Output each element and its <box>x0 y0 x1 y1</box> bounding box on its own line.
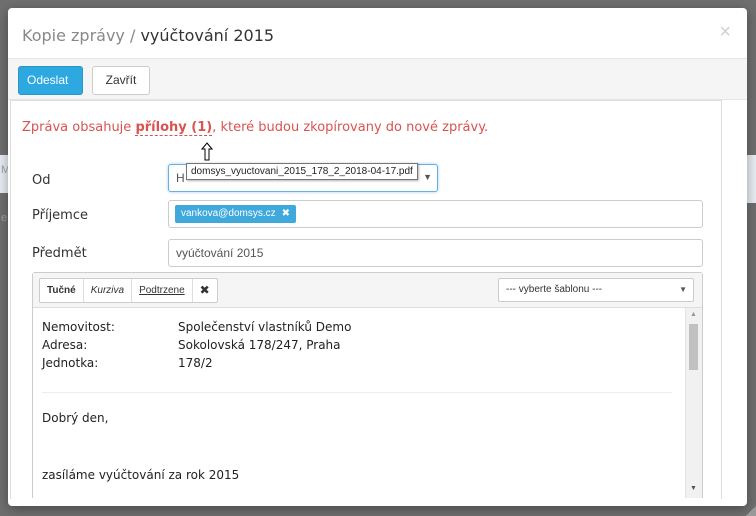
attachments-link[interactable]: přílohy (1) <box>135 120 213 136</box>
dialog-title-prefix: Kopie zprávy / <box>22 26 141 45</box>
editor-scrollbar[interactable]: ▲ ▼ <box>685 308 702 498</box>
greeting-text: Dobrý den, <box>42 411 109 425</box>
row-value: Sokolovská 178/247, Praha <box>178 338 341 352</box>
row-key: Nemovitost: <box>42 320 115 334</box>
subject-label: Předmět <box>32 246 87 261</box>
from-select-value: H <box>176 171 185 185</box>
template-select[interactable]: --- vyberte šablonu --- ▼ <box>498 278 694 302</box>
bold-button[interactable]: Tučné <box>40 279 84 302</box>
row-value: 178/2 <box>178 356 213 370</box>
clear-format-icon[interactable]: ✖ <box>193 279 217 302</box>
remove-tag-icon[interactable]: ✖ <box>282 208 290 219</box>
content-row: Nemovitost: Společenství vlastníků Demo <box>42 320 351 334</box>
from-label: Od <box>32 173 51 188</box>
body-text: zasíláme vyúčtování za rok 2015 <box>42 468 240 482</box>
chevron-down-icon: ▼ <box>679 285 687 294</box>
send-button[interactable]: Odeslat <box>18 66 83 95</box>
format-button-group: Tučné Kurziva Podtrzene ✖ <box>39 278 218 303</box>
scroll-up-icon[interactable]: ▲ <box>690 311 697 318</box>
row-value: Společenství vlastníků Demo <box>178 320 352 334</box>
content-divider <box>42 392 672 393</box>
scroll-down-icon[interactable]: ▼ <box>690 485 697 492</box>
subject-input[interactable]: vyúčtování 2015 <box>168 239 703 267</box>
row-key: Adresa: <box>42 338 88 352</box>
dialog-title-document: vyúčtování 2015 <box>140 26 275 45</box>
message-editor: Tučné Kurziva Podtrzene ✖ --- vyberte ša… <box>32 272 703 498</box>
underline-button[interactable]: Podtrzene <box>132 279 193 302</box>
template-select-value: --- vyberte šablonu --- <box>506 284 603 295</box>
scrollbar-thumb[interactable] <box>689 324 698 370</box>
close-icon[interactable]: × <box>719 22 731 42</box>
dialog-header: Kopie zprávy / vyúčtování 2015 × <box>8 8 747 59</box>
content-row: Jednotka: 178/2 <box>42 356 213 370</box>
dialog-toolbar: Odeslat Zavřít <box>8 59 747 100</box>
attachments-warning: Zpráva obsahuje přílohy (1), které budou… <box>22 120 489 136</box>
recipient-tag-email: vankova@domsys.cz <box>181 208 276 219</box>
editor-content[interactable]: Nemovitost: Společenství vlastníků Demo A… <box>33 308 684 498</box>
recipient-tag: vankova@domsys.cz ✖ <box>175 205 297 223</box>
mouse-cursor-icon <box>201 142 213 161</box>
chevron-down-icon: ▼ <box>423 172 432 182</box>
resize-grip-icon[interactable] <box>746 506 756 516</box>
background-letter: e <box>1 212 8 224</box>
recipient-field[interactable]: vankova@domsys.cz ✖ <box>168 200 703 228</box>
italic-button[interactable]: Kurziva <box>84 279 133 302</box>
close-button[interactable]: Zavřít <box>92 66 150 95</box>
row-key: Jednotka: <box>42 356 99 370</box>
content-row: Adresa: Sokolovská 178/247, Praha <box>42 338 341 352</box>
warning-text-start: Zpráva obsahuje <box>22 120 136 135</box>
recipient-label: Příjemce <box>32 208 88 223</box>
dialog-title: Kopie zprávy / vyúčtování 2015 <box>22 26 274 45</box>
attachment-tooltip: domsys_vyuctovani_2015_178_2_2018-04-17.… <box>186 163 418 180</box>
subject-value: vyúčtování 2015 <box>176 246 264 260</box>
editor-toolbar: Tučné Kurziva Podtrzene ✖ --- vyberte ša… <box>33 273 702 308</box>
warning-text-end: , které budou zkopírovany do nové zprávy… <box>212 120 489 135</box>
